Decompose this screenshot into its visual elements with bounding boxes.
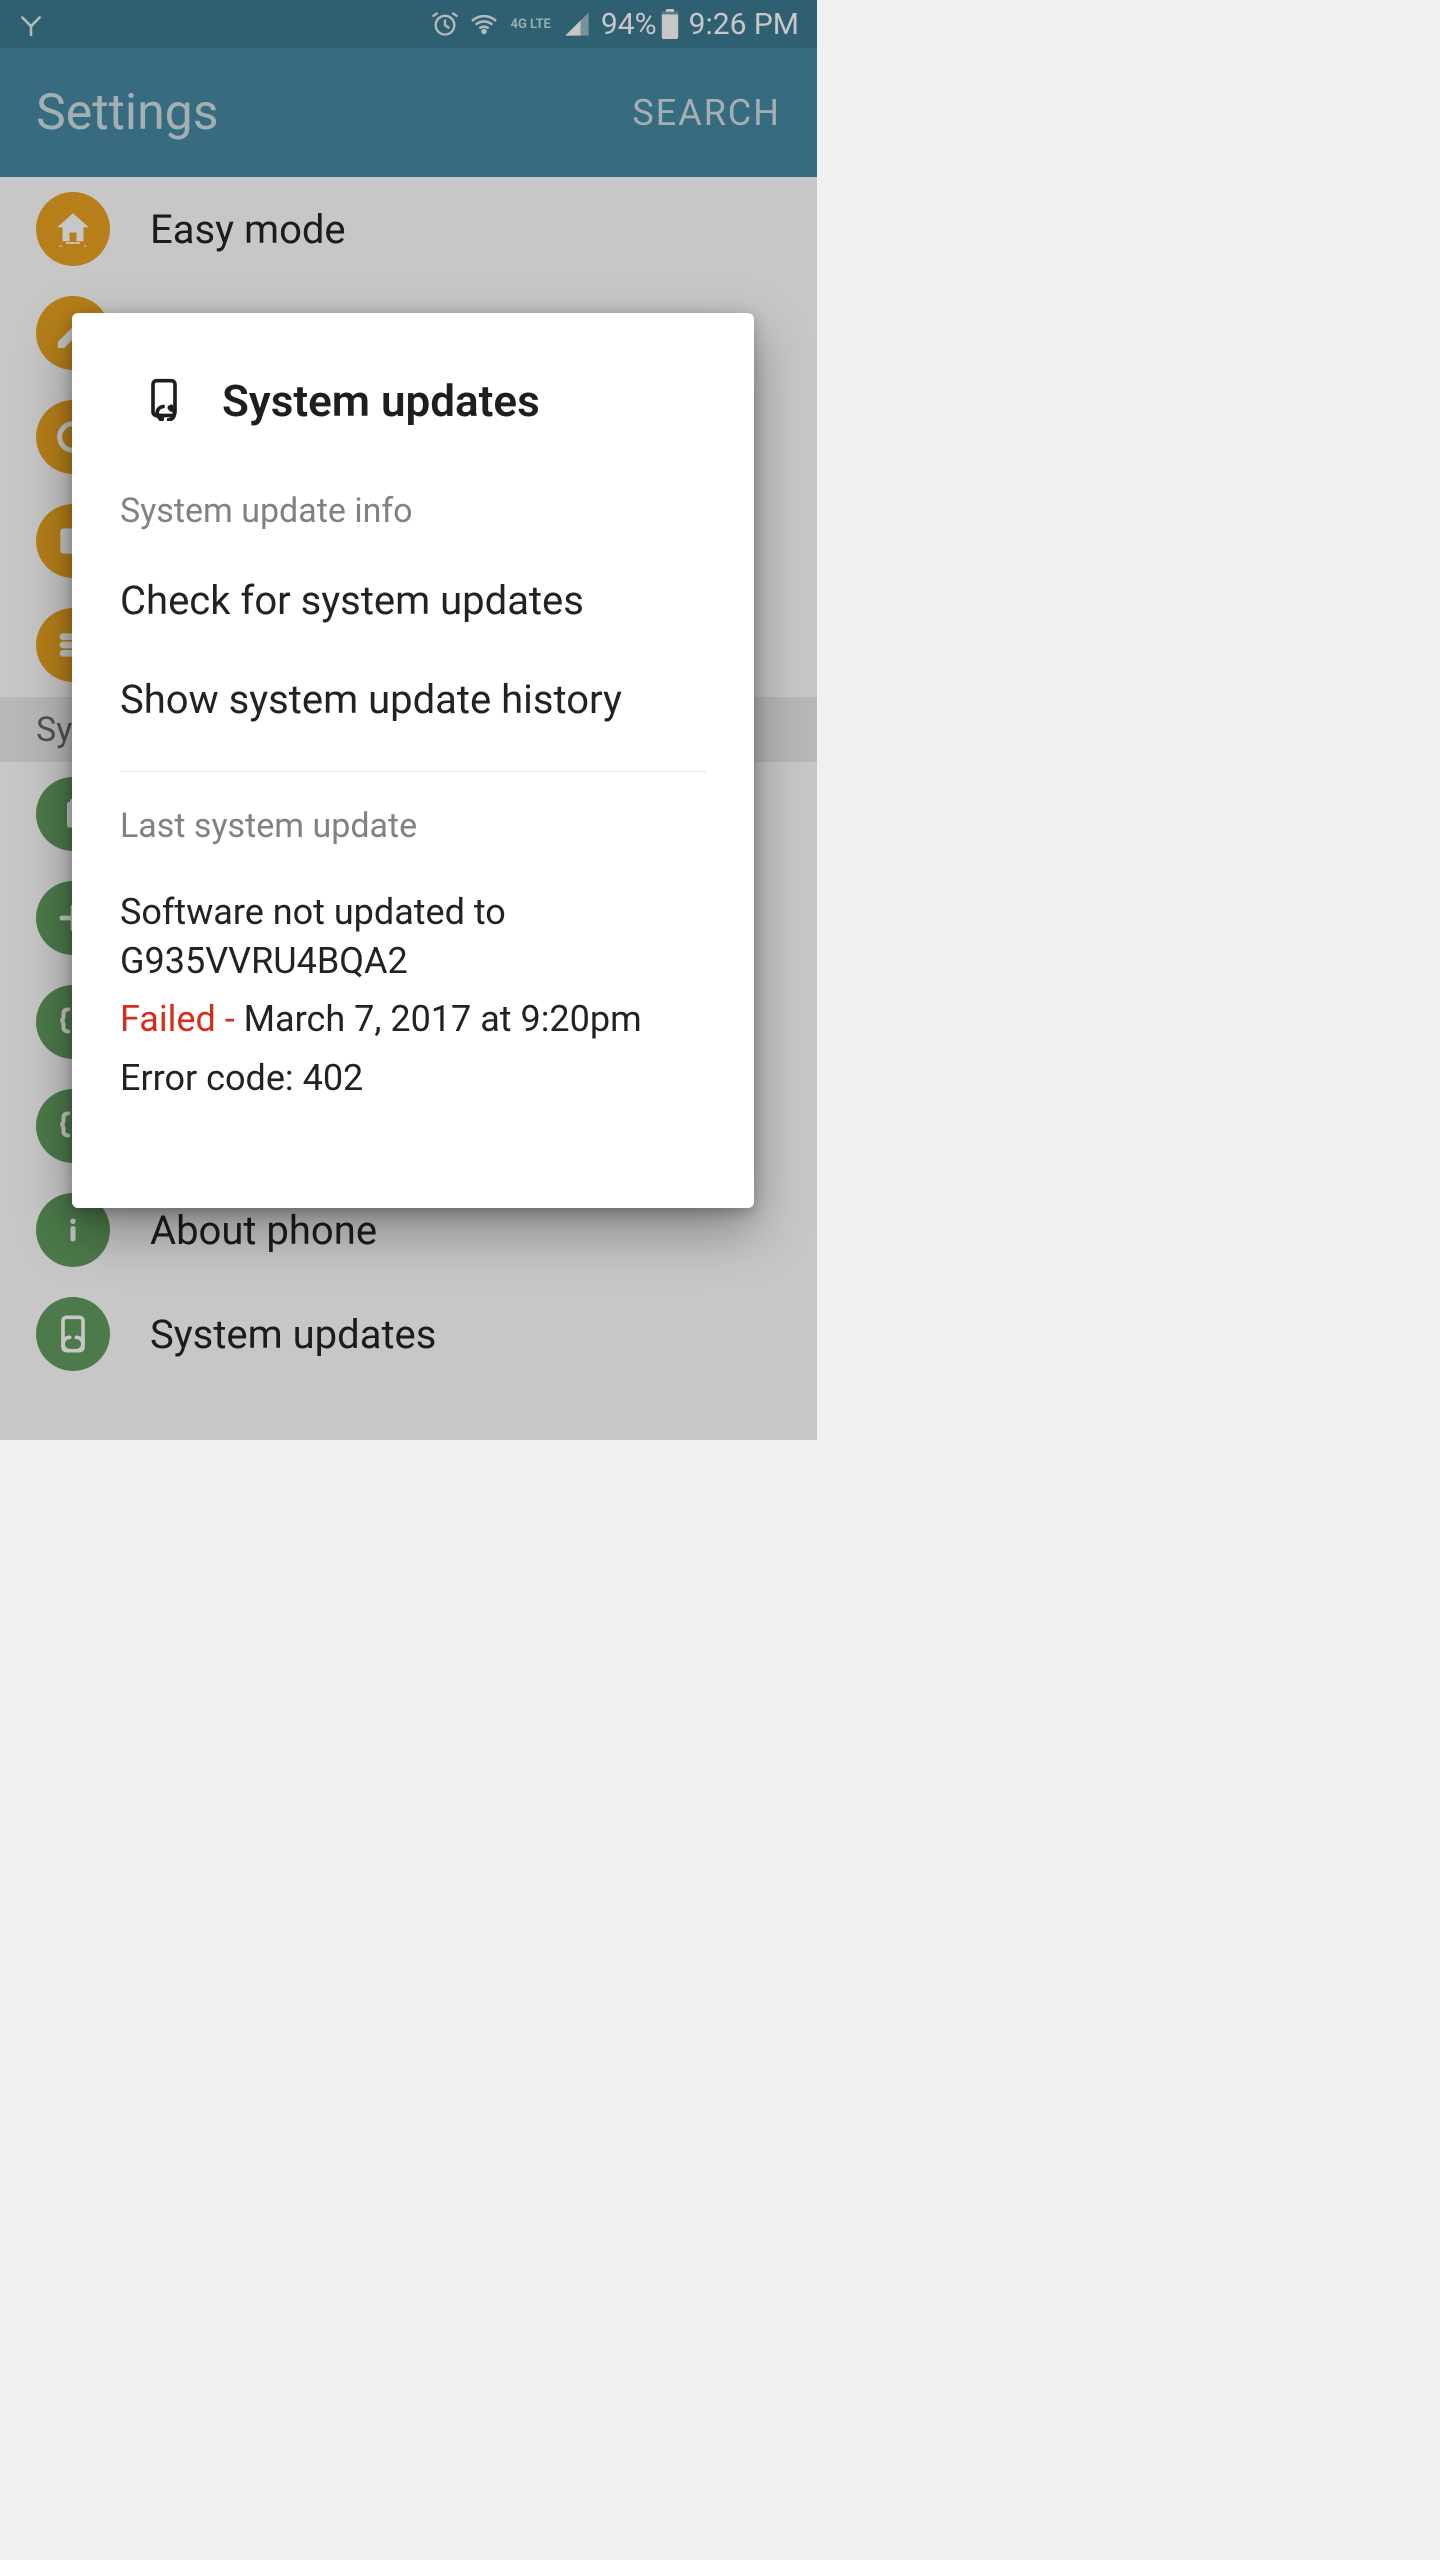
not-updated-text: Software not updated to: [120, 891, 506, 933]
phone-sync-icon: [142, 377, 186, 425]
check-for-updates-item[interactable]: Check for system updates: [72, 551, 754, 650]
target-version: G935VVRU4BQA2: [120, 940, 408, 982]
dialog-section-last: Last system update: [72, 772, 754, 866]
error-code-label: Error code:: [120, 1057, 303, 1099]
dialog-section-info: System update info: [72, 457, 754, 551]
show-update-history-item[interactable]: Show system update history: [72, 650, 754, 749]
fail-timestamp: March 7, 2017 at 9:20pm: [244, 998, 642, 1040]
error-code-value: 402: [303, 1057, 364, 1099]
system-updates-dialog: System updates System update info Check …: [72, 313, 754, 1208]
last-update-status: Software not updated to G935VVRU4BQA2 Fa…: [72, 866, 754, 1102]
dialog-title: System updates: [222, 375, 540, 427]
fail-label: Failed: [120, 998, 216, 1040]
fail-dash: -: [216, 998, 244, 1040]
